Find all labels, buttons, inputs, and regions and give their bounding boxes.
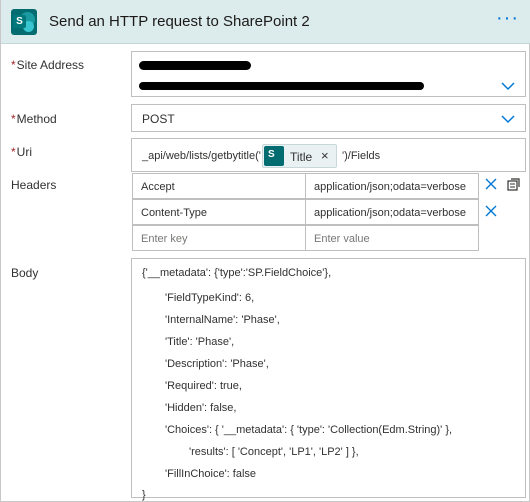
close-icon[interactable] (484, 204, 498, 218)
body-textarea[interactable]: {'__metadata': {'type':'SP.FieldChoice'}… (131, 258, 526, 501)
method-value: POST (142, 112, 175, 126)
method-label: *Method (11, 112, 57, 126)
chevron-down-icon[interactable] (501, 79, 515, 93)
code-line: 'FieldTypeKind': 6, (165, 292, 255, 304)
redacted-site-url (139, 82, 424, 90)
header-key-input[interactable]: Enter key (132, 225, 306, 251)
code-line: 'InternalName': 'Phase', (165, 314, 280, 326)
code-line: 'Required': true, (165, 380, 242, 392)
uri-input[interactable]: _api/web/lists/getbytitle(' S Title × ')… (131, 138, 526, 172)
switch-mode-icon[interactable] (507, 177, 521, 191)
uri-label: *Uri (11, 145, 32, 159)
chevron-down-icon[interactable] (501, 112, 515, 126)
code-line: 'FillInChoice': false (165, 468, 257, 480)
more-options-button[interactable]: ··· (496, 8, 519, 28)
header-value-accept[interactable]: application/json;odata=verbose (305, 173, 479, 199)
uri-prefix: _api/web/lists/getbytitle(' (142, 150, 261, 162)
method-dropdown[interactable]: POST (131, 104, 526, 132)
site-address-dropdown[interactable] (131, 51, 526, 97)
code-line: 'Description': 'Phase', (165, 358, 269, 370)
header-key-content-type[interactable]: Content-Type (132, 199, 306, 225)
code-line: {'__metadata': {'type':'SP.FieldChoice'}… (142, 267, 332, 279)
close-icon[interactable] (484, 177, 498, 191)
code-line: 'Hidden': false, (165, 402, 237, 414)
redacted-site-name (139, 61, 251, 70)
action-header[interactable]: S Send an HTTP request to SharePoint 2 ·… (1, 0, 530, 44)
uri-suffix: ')/Fields (342, 150, 381, 162)
site-address-label: *Site Address (11, 58, 85, 72)
header-value-content-type[interactable]: application/json;odata=verbose (305, 199, 479, 225)
action-card: S Send an HTTP request to SharePoint 2 ·… (0, 0, 530, 502)
code-line: 'Title': 'Phase', (165, 336, 235, 348)
sharepoint-icon: S (264, 146, 284, 166)
body-label: Body (11, 266, 39, 280)
header-key-accept[interactable]: Accept (132, 173, 306, 199)
code-line: 'Choices': { '__metadata': { 'type': 'Co… (165, 424, 453, 436)
header-value-input[interactable]: Enter value (305, 225, 479, 251)
token-label: Title (290, 150, 313, 164)
headers-label: Headers (11, 178, 57, 192)
action-title: Send an HTTP request to SharePoint 2 (49, 13, 310, 30)
code-line: } (142, 489, 146, 501)
token-remove-button[interactable]: × (321, 148, 329, 163)
dynamic-content-token[interactable]: S Title × (262, 144, 337, 168)
sharepoint-icon: S (11, 9, 37, 35)
code-line: 'results': [ 'Concept', 'LP1', 'LP2' ] }… (189, 446, 359, 458)
